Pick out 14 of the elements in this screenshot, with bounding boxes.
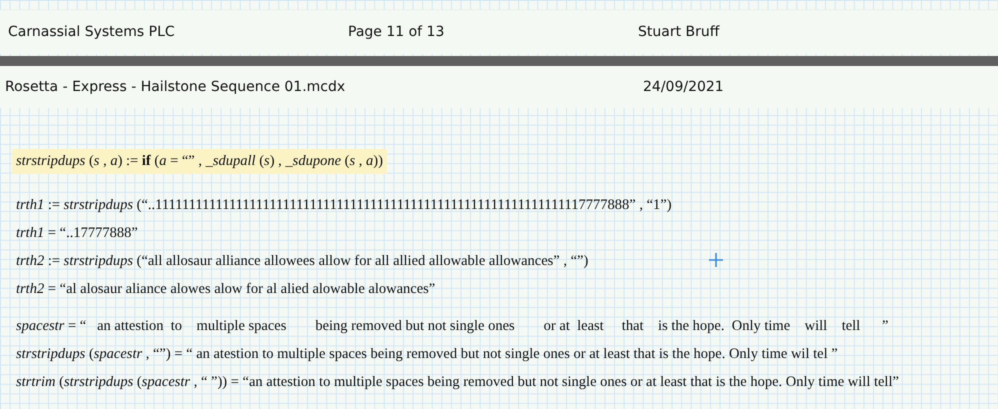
math-expression[interactable]: trth1 = “..17777888” <box>16 224 138 243</box>
math-expression[interactable]: strstripdups (spacestr , “”) = “ an atestion to multiple spaces being removed but not single ones or at least that is the hope. Only time wil tel ” <box>16 345 838 364</box>
document-date: 24/09/2021 <box>642 79 724 95</box>
math-expression[interactable]: spacestr = “ an attestion to multiple spaces being removed but not single ones or at least that is the hope. Only time will tell ” <box>16 317 888 336</box>
page-number: Page 11 of 13 <box>347 24 444 40</box>
file-name: Rosetta - Express - Hailstone Sequence 01.mcdx <box>4 79 346 95</box>
math-expression[interactable]: trth2 := strstripdups (“all allosaur alliance allowees allow for all allied allowable allowances” , “”) <box>16 252 588 271</box>
crosshair-cursor-icon <box>709 253 723 267</box>
math-expression[interactable]: trth2 = “al alosaur aliance alowes alow for al alied alowable alowances” <box>16 280 436 299</box>
company-name: Carnassial Systems PLC <box>7 24 175 40</box>
math-expression[interactable]: strtrim (strstripdups (spacestr , “ ”)) = “an attestion to multiple spaces being removed but not single ones or at least that is the hope. Only time will tell” <box>16 373 899 392</box>
math-expression[interactable]: strstripdups (s , a) := if (a = “” , _sdupall (s) , _sdupone (s , a)) <box>12 149 387 174</box>
author-name: Stuart Bruff <box>637 24 720 40</box>
math-expression[interactable]: trth1 := strstripdups (“..1111111111111111111111111111111111111111111111111111111111111117777888” , “1”) <box>16 196 672 215</box>
